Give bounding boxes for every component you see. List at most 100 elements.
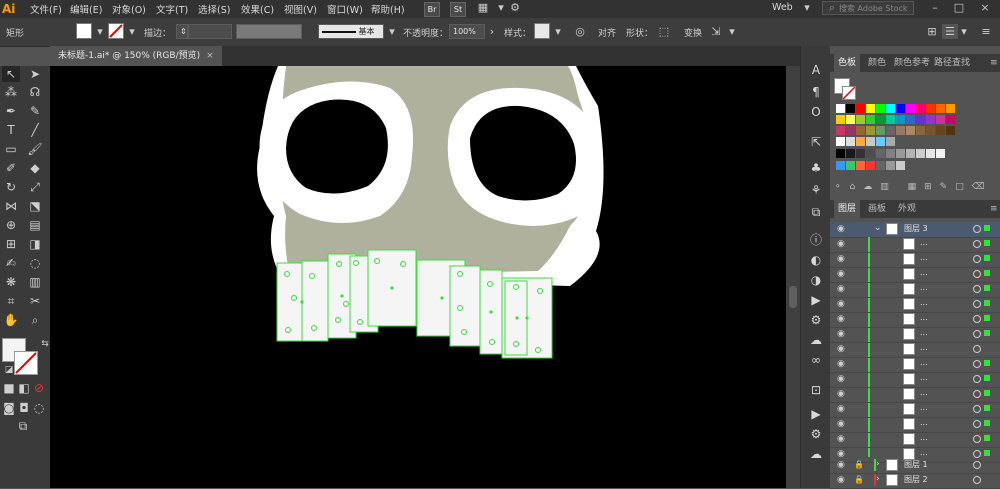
color-swatch[interactable]	[886, 149, 895, 158]
visibility-eye-icon[interactable]: ◉	[837, 389, 849, 399]
selection-tool-icon[interactable]: ↖	[2, 66, 20, 82]
color-swatch[interactable]	[876, 115, 885, 124]
panel-menu-icon[interactable]: ≡	[990, 54, 998, 72]
sublayer-row[interactable]: ◉...	[830, 342, 1000, 358]
panel-menu-icon[interactable]: ≡	[978, 24, 994, 39]
color-swatch[interactable]	[836, 104, 845, 113]
opacity-arrow-icon[interactable]: ›	[484, 24, 500, 39]
visibility-eye-icon[interactable]: ◉	[837, 475, 849, 485]
color-swatch[interactable]	[936, 149, 945, 158]
sublayer-target-icon[interactable]	[973, 330, 981, 338]
gradient-tool-icon[interactable]: ◨	[26, 236, 44, 252]
scale-tool-icon[interactable]: ⤢	[26, 179, 44, 195]
color-swatch[interactable]	[866, 137, 875, 146]
line-tool-icon[interactable]: ╱	[26, 122, 44, 138]
draw-inside-icon[interactable]: ◌	[30, 400, 48, 416]
stroke-weight-field[interactable]	[188, 24, 232, 39]
menu-edit[interactable]: 编辑(E)	[70, 2, 102, 16]
visibility-eye-icon[interactable]: ◉	[837, 404, 849, 414]
sublayer-name[interactable]: ...	[920, 448, 928, 457]
sublayer-target-icon[interactable]	[973, 240, 981, 248]
color-swatch[interactable]	[836, 161, 845, 170]
settings-icon[interactable]: ⚙	[808, 426, 824, 442]
sublayer-target-icon[interactable]	[973, 390, 981, 398]
character-icon[interactable]: A	[808, 62, 824, 78]
dropdown-chevron-icon[interactable]: ▾	[494, 2, 508, 14]
stroke-swatch[interactable]	[108, 23, 124, 39]
sublayer-name[interactable]: ...	[920, 433, 928, 442]
layer-name[interactable]: 图层 3	[904, 223, 928, 234]
zoom-tool-icon[interactable]: ⌕	[26, 312, 44, 328]
direct-selection-tool-icon[interactable]: ➤	[26, 66, 44, 82]
expand-chevron-icon[interactable]: ›	[876, 459, 880, 469]
lock-icon[interactable]: 🔒	[854, 475, 864, 484]
color-swatch[interactable]	[926, 104, 935, 113]
bridge-button[interactable]: Br	[424, 2, 440, 17]
appearance-icon[interactable]: ⚙	[808, 312, 824, 328]
brushes-icon[interactable]: ⚘	[808, 182, 824, 198]
hand-tool-icon[interactable]: ✋	[2, 312, 20, 328]
layer-target-icon[interactable]	[973, 461, 981, 469]
color-swatch[interactable]	[926, 115, 935, 124]
sublayer-target-icon[interactable]	[973, 270, 981, 278]
color-swatch[interactable]	[906, 115, 915, 124]
color-swatch[interactable]	[916, 115, 925, 124]
panel-menu-icon[interactable]: ≡	[990, 200, 998, 218]
expand-chevron-icon[interactable]: ›	[876, 474, 880, 484]
links-icon[interactable]: ⧉	[808, 204, 824, 220]
rectangle-tool-icon[interactable]: ▭	[2, 141, 20, 157]
info-icon[interactable]: ⓘ	[808, 232, 824, 248]
curvature-tool-icon[interactable]: ✎	[26, 103, 44, 119]
eraser-tool-icon[interactable]: ◆	[26, 160, 44, 176]
color-swatch[interactable]	[846, 149, 855, 158]
tab-color-guide[interactable]: 颜色参考	[894, 54, 930, 72]
expand-chevron-icon[interactable]: ⌄	[874, 223, 882, 233]
color-swatch[interactable]	[886, 126, 895, 135]
layers-list[interactable]: ◉ ⌄ 图层 3 ◉... ◉... ◉... ◉... ◉... ◉... ◉... ◉..…	[830, 222, 1000, 489]
workspace-chevron-icon[interactable]: ▾	[800, 2, 814, 14]
color-swatch[interactable]	[916, 149, 925, 158]
opentype-icon[interactable]: O	[808, 104, 824, 120]
sublayer-name[interactable]: ...	[920, 298, 928, 307]
paintbrush-tool-icon[interactable]: 🖌	[26, 141, 44, 157]
sublayer-row[interactable]: ◉...	[830, 252, 1000, 268]
blend-tool-icon[interactable]: ◌	[26, 255, 44, 271]
color-guide-icon[interactable]: ◐	[808, 252, 824, 268]
actions-icon[interactable]: ▶	[808, 292, 824, 308]
visibility-eye-icon[interactable]: ◉	[837, 254, 849, 264]
brush-definition-field[interactable]: 基本	[318, 24, 384, 39]
tab-swatches[interactable]: 色板	[834, 54, 861, 72]
tab-pathfinder[interactable]: 路径查找	[934, 54, 970, 72]
play-icon[interactable]: ▶	[808, 406, 824, 422]
visibility-eye-icon[interactable]: ◉	[837, 344, 849, 354]
close-window-button[interactable]: ×	[978, 2, 992, 14]
shape-properties-icon[interactable]: ⬚	[656, 24, 672, 39]
sublayer-target-icon[interactable]	[973, 375, 981, 383]
color-swatch[interactable]	[906, 149, 915, 158]
color-swatch[interactable]	[856, 126, 865, 135]
color-swatch[interactable]	[876, 104, 885, 113]
vertical-scrollbar[interactable]	[786, 66, 800, 488]
shaper-tool-icon[interactable]: ✐	[2, 160, 20, 176]
visibility-eye-icon[interactable]: ◉	[837, 284, 849, 294]
color-swatch[interactable]	[876, 137, 885, 146]
color-swatch[interactable]	[856, 149, 865, 158]
color-swatch[interactable]	[936, 115, 945, 124]
color-swatch[interactable]	[926, 149, 935, 158]
color-swatch[interactable]	[896, 126, 905, 135]
sublayer-row[interactable]: ◉...	[830, 327, 1000, 343]
symbols-icon[interactable]: ♣	[808, 160, 824, 176]
menu-effect[interactable]: 效果(C)	[241, 2, 274, 16]
color-swatch[interactable]	[836, 137, 845, 146]
menu-file[interactable]: 文件(F)	[30, 2, 62, 16]
color-swatch[interactable]	[926, 126, 935, 135]
color-swatch[interactable]	[846, 161, 855, 170]
stroke-chevron-icon[interactable]: ▾	[124, 24, 140, 39]
color-swatch[interactable]	[896, 115, 905, 124]
shape-builder-tool-icon[interactable]: ⊕	[2, 217, 20, 233]
sublayer-name[interactable]: ...	[920, 418, 928, 427]
visibility-eye-icon[interactable]: ◉	[837, 329, 849, 339]
opacity-field[interactable]: 100%	[449, 24, 485, 39]
color-swatch[interactable]	[846, 115, 855, 124]
color-swatch[interactable]	[876, 126, 885, 135]
